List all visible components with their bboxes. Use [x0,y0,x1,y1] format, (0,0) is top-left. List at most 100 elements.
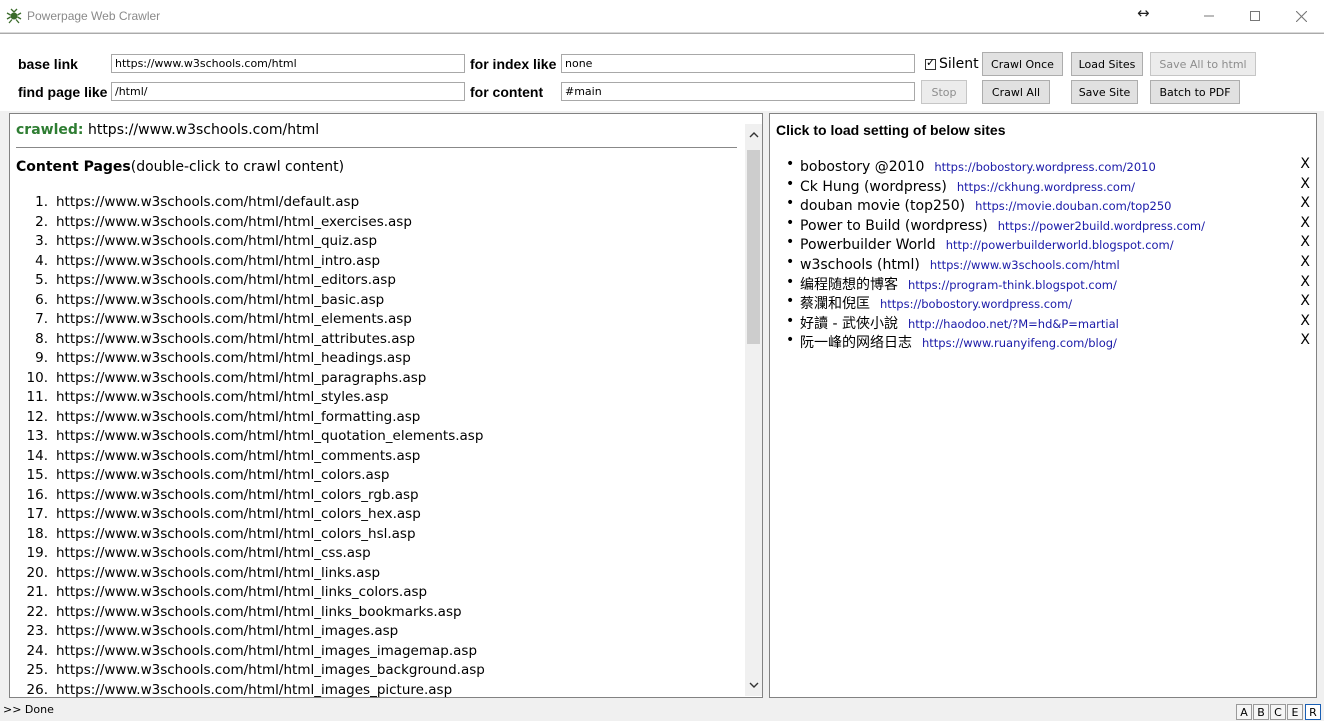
content-page-url[interactable]: https://www.w3schools.com/html/html_attr… [56,331,415,347]
key-r-button[interactable]: R [1305,704,1321,720]
content-page-item[interactable]: 11. https://www.w3schools.com/html/html_s… [16,389,389,409]
content-page-item[interactable]: 9. https://www.w3schools.com/html/html_he… [16,350,411,370]
site-item[interactable]: • 蔡瀾和倪匡 https://bobostory.wordpress.com/X [786,293,1310,313]
content-page-url[interactable]: https://www.w3schools.com/html/html_link… [56,565,380,581]
find-page-input[interactable]: /html/ [111,82,465,101]
content-page-item[interactable]: 17. https://www.w3schools.com/html/html_c… [16,506,421,526]
content-page-url[interactable]: https://www.w3schools.com/html/html_link… [56,584,427,600]
site-url-link[interactable]: https://movie.douban.com/top250 [975,199,1171,213]
content-page-item[interactable]: 24. https://www.w3schools.com/html/html_i… [16,643,478,663]
content-selector-input[interactable]: #main [561,82,915,101]
base-link-input[interactable]: https://www.w3schools.com/html [111,54,465,73]
site-name[interactable]: Power to Build (wordpress) [800,218,988,234]
content-page-url[interactable]: https://www.w3schools.com/html/html_quot… [56,428,483,444]
site-item[interactable]: • Ck Hung (wordpress) https://ckhung.wordp… [786,176,1310,196]
site-name[interactable]: Ck Hung (wordpress) [800,179,947,195]
content-page-url[interactable]: https://www.w3schools.com/html/html_imag… [56,662,485,678]
site-url-link[interactable]: https://www.w3schools.com/html [930,258,1120,272]
key-b-button[interactable]: B [1253,704,1269,720]
content-page-item[interactable]: 13. https://www.w3schools.com/html/html_q… [16,428,484,448]
content-page-url[interactable]: https://www.w3schools.com/html/html_exer… [56,214,412,230]
content-page-item[interactable]: 8. https://www.w3schools.com/html/html_at… [16,331,415,351]
content-page-url[interactable]: https://www.w3schools.com/html/html_edit… [56,272,396,288]
site-name[interactable]: bobostory @2010 [800,159,924,175]
content-page-item[interactable]: 14. https://www.w3schools.com/html/html_c… [16,448,421,468]
silent-checkbox[interactable]: Silent [925,54,979,74]
content-page-item[interactable]: 21. https://www.w3schools.com/html/html_l… [16,584,428,604]
content-page-url[interactable]: https://www.w3schools.com/html/html_intr… [56,253,380,269]
site-item[interactable]: • 阮一峰的网络日志 https://www.ruanyifeng.com/blog… [786,332,1310,352]
resize-icon[interactable]: ↔ [1137,4,1150,22]
key-a-button[interactable]: A [1236,704,1252,720]
content-page-url[interactable]: https://www.w3schools.com/html/html_colo… [56,467,389,483]
site-url-link[interactable]: https://program-think.blogspot.com/ [908,278,1117,292]
site-name[interactable]: 蔡瀾和倪匡 [800,296,870,312]
site-name[interactable]: w3schools (html) [800,257,920,273]
maximize-button[interactable] [1232,0,1278,32]
content-page-item[interactable]: 25. https://www.w3schools.com/html/html_i… [16,662,485,682]
index-like-input[interactable]: none [561,54,915,73]
content-page-item[interactable]: 12. https://www.w3schools.com/html/html_f… [16,409,421,429]
stop-button[interactable]: Stop [921,80,967,104]
content-page-item[interactable]: 18. https://www.w3schools.com/html/html_c… [16,526,416,546]
site-item[interactable]: • bobostory @2010 https://bobostory.wordpr… [786,156,1310,176]
remove-site-button[interactable]: X [1300,195,1310,211]
content-page-item[interactable]: 5. https://www.w3schools.com/html/html_ed… [16,272,396,292]
content-page-url[interactable]: https://www.w3schools.com/html/html_form… [56,409,420,425]
content-page-item[interactable]: 6. https://www.w3schools.com/html/html_ba… [16,292,384,312]
key-e-button[interactable]: E [1287,704,1303,720]
site-item[interactable]: • Powerbuilder World http://powerbuilderwo… [786,234,1310,254]
crawl-all-button[interactable]: Crawl All [982,80,1050,104]
scrollbar-thumb[interactable] [747,150,760,344]
remove-site-button[interactable]: X [1300,274,1310,290]
content-page-item[interactable]: 3. https://www.w3schools.com/html/html_qu… [16,233,377,253]
save-site-button[interactable]: Save Site [1071,80,1138,104]
remove-site-button[interactable]: X [1300,313,1310,329]
site-item[interactable]: • 编程随想的博客 https://program-think.blogspot.c… [786,274,1310,294]
content-page-item[interactable]: 22. https://www.w3schools.com/html/html_l… [16,604,462,624]
site-url-link[interactable]: https://ckhung.wordpress.com/ [957,180,1135,194]
save-all-html-button[interactable]: Save All to html [1150,52,1256,76]
site-item[interactable]: • w3schools (html) https://www.w3schools.c… [786,254,1310,274]
site-name[interactable]: 编程随想的博客 [800,277,898,293]
site-item[interactable]: • Power to Build (wordpress) https://power… [786,215,1310,235]
site-url-link[interactable]: http://haodoo.net/?M=hd&P=martial [908,317,1119,331]
remove-site-button[interactable]: X [1300,215,1310,231]
site-name[interactable]: 阮一峰的网络日志 [800,335,912,351]
content-page-item[interactable]: 23. https://www.w3schools.com/html/html_i… [16,623,399,643]
remove-site-button[interactable]: X [1300,156,1310,172]
content-page-url[interactable]: https://www.w3schools.com/html/html_imag… [56,623,398,639]
content-page-url[interactable]: https://www.w3schools.com/html/html_css.… [56,545,371,561]
site-url-link[interactable]: https://www.ruanyifeng.com/blog/ [922,336,1117,350]
site-url-link[interactable]: https://power2build.wordpress.com/ [998,219,1205,233]
content-page-url[interactable]: https://www.w3schools.com/html/html_imag… [56,682,452,698]
content-page-url[interactable]: https://www.w3schools.com/html/html_basi… [56,292,384,308]
remove-site-button[interactable]: X [1300,234,1310,250]
remove-site-button[interactable]: X [1300,176,1310,192]
content-page-url[interactable]: https://www.w3schools.com/html/html_link… [56,604,462,620]
site-name[interactable]: Powerbuilder World [800,237,936,253]
content-page-item[interactable]: 26. https://www.w3schools.com/html/html_i… [16,682,453,698]
scroll-up-icon[interactable] [745,126,762,143]
content-page-url[interactable]: https://www.w3schools.com/html/html_imag… [56,643,477,659]
content-page-url[interactable]: https://www.w3schools.com/html/default.a… [56,194,359,210]
site-item[interactable]: • douban movie (top250) https://movie.doub… [786,195,1310,215]
site-item[interactable]: • 好讀 - 武俠小說 http://haodoo.net/?M=hd&P=mart… [786,313,1310,333]
content-page-url[interactable]: https://www.w3schools.com/html/html_colo… [56,506,421,522]
key-c-button[interactable]: C [1270,704,1286,720]
vertical-scrollbar[interactable] [745,124,762,696]
content-page-item[interactable]: 10. https://www.w3schools.com/html/html_p… [16,370,427,390]
content-page-url[interactable]: https://www.w3schools.com/html/html_head… [56,350,411,366]
content-page-item[interactable]: 7. https://www.w3schools.com/html/html_el… [16,311,412,331]
close-button[interactable] [1278,0,1324,32]
scroll-down-icon[interactable] [745,677,762,694]
content-page-url[interactable]: https://www.w3schools.com/html/html_quiz… [56,233,377,249]
site-name[interactable]: douban movie (top250) [800,198,965,214]
content-page-item[interactable]: 15. https://www.w3schools.com/html/html_c… [16,467,390,487]
content-page-url[interactable]: https://www.w3schools.com/html/html_colo… [56,487,419,503]
content-page-item[interactable]: 16. https://www.w3schools.com/html/html_c… [16,487,419,507]
minimize-button[interactable] [1186,0,1232,32]
content-page-url[interactable]: https://www.w3schools.com/html/html_styl… [56,389,389,405]
content-page-item[interactable]: 19. https://www.w3schools.com/html/html_c… [16,545,371,565]
content-page-url[interactable]: https://www.w3schools.com/html/html_comm… [56,448,420,464]
